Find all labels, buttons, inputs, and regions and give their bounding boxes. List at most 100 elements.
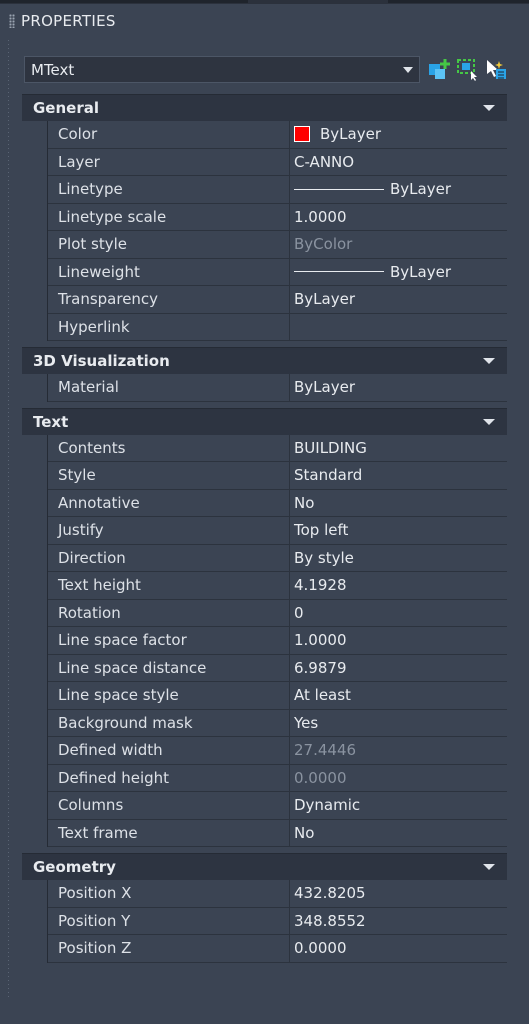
palette-titlebar[interactable]: PROPERTIES [0, 4, 529, 38]
property-value[interactable]: 1.0000 [290, 627, 507, 654]
property-value[interactable]: C-ANNO [290, 149, 507, 176]
property-value[interactable]: Top left [290, 517, 507, 544]
property-label: Defined width [48, 737, 290, 764]
property-row-rotation[interactable]: Rotation 0 [48, 599, 507, 627]
properties-grid: General Color ByLayer Layer C-ANNO Linet… [22, 94, 507, 963]
tab-divider-left [0, 0, 248, 3]
property-value[interactable]: No [290, 490, 507, 517]
property-row-contents[interactable]: Contents BUILDING [48, 434, 507, 462]
property-row-line-space-factor[interactable]: Line space factor 1.0000 [48, 627, 507, 655]
property-row-hyperlink[interactable]: Hyperlink [48, 313, 507, 341]
property-label: Material [48, 374, 290, 401]
property-row-position-y[interactable]: Position Y 348.8552 [48, 907, 507, 935]
section-general-header[interactable]: General [22, 94, 507, 121]
property-row-columns[interactable]: Columns Dynamic [48, 792, 507, 820]
property-label: Line space distance [48, 654, 290, 681]
property-row-annotative[interactable]: Annotative No [48, 489, 507, 517]
add-selection-icon[interactable] [428, 58, 452, 82]
collapse-chevron-icon[interactable] [483, 358, 495, 364]
collapse-chevron-icon[interactable] [483, 418, 495, 425]
collapse-chevron-icon[interactable] [483, 864, 495, 870]
property-row-position-z[interactable]: Position Z 0.0000 [48, 935, 507, 963]
property-label: Transparency [48, 286, 290, 313]
grip-handle-icon[interactable] [9, 14, 15, 28]
object-type-value: MText [31, 60, 75, 79]
section-text-title: Text [33, 412, 69, 431]
property-label: Defined height [48, 764, 290, 791]
property-row-line-space-style[interactable]: Line space style At least [48, 682, 507, 710]
property-label: Hyperlink [48, 313, 290, 340]
property-value[interactable]: Yes [290, 710, 507, 737]
property-label: Linetype scale [48, 203, 290, 230]
property-value[interactable]: 4.1928 [290, 572, 507, 599]
property-value[interactable]: 0 [290, 600, 507, 627]
color-value-text: ByLayer [320, 125, 381, 144]
section-general-title: General [33, 99, 99, 117]
select-objects-icon[interactable] [484, 58, 508, 82]
palette-title: PROPERTIES [21, 12, 116, 30]
property-value: ByColor [294, 235, 353, 254]
property-row-direction[interactable]: Direction By style [48, 544, 507, 572]
property-label: Position Z [48, 935, 290, 962]
section-text-rows: Contents BUILDING Style Standard Annotative N… [47, 434, 507, 847]
collapse-chevron-icon[interactable] [483, 105, 495, 111]
property-label: Position X [48, 880, 290, 907]
property-value[interactable]: No [290, 820, 507, 847]
property-value[interactable]: ByLayer [290, 286, 507, 313]
property-label: Lineweight [48, 258, 290, 285]
property-value[interactable]: 6.9879 [290, 655, 507, 682]
property-value[interactable]: ByLayer [290, 121, 507, 148]
section-geometry-header[interactable]: Geometry [22, 853, 507, 880]
section-geometry-rows: Position X 432.8205 Position Y 348.8552 Posi… [47, 880, 507, 963]
property-row-text-height[interactable]: Text height 4.1928 [48, 572, 507, 600]
property-row-layer[interactable]: Layer C-ANNO [48, 148, 507, 176]
property-label: Text frame [48, 819, 290, 846]
property-value[interactable]: Standard [290, 462, 507, 489]
property-row-linetype-scale[interactable]: Linetype scale 1.0000 [48, 203, 507, 231]
section-geometry-title: Geometry [33, 858, 116, 876]
linetype-value-text: ByLayer [390, 180, 451, 199]
property-value[interactable]: 432.8205 [290, 880, 507, 907]
property-value[interactable]: BUILDING [290, 435, 507, 462]
property-value: 27.4446 [294, 741, 357, 760]
section-3d-visualization-header[interactable]: 3D Visualization [22, 347, 507, 374]
property-row-plot-style[interactable]: Plot style ByColor [48, 231, 507, 259]
property-value[interactable]: ByLayer [290, 374, 507, 401]
property-value[interactable]: 0.0000 [290, 935, 507, 962]
property-row-material[interactable]: Material ByLayer [48, 374, 507, 402]
property-label: Plot style [48, 231, 290, 258]
property-value[interactable]: 1.0000 [290, 204, 507, 231]
property-label: Annotative [48, 489, 290, 516]
section-3d-visualization-title: 3D Visualization [33, 352, 170, 370]
color-swatch [294, 126, 310, 143]
property-label: Direction [48, 544, 290, 571]
property-row-line-space-distance[interactable]: Line space distance 6.9879 [48, 654, 507, 682]
property-row-color[interactable]: Color ByLayer [48, 121, 507, 149]
property-value[interactable] [290, 314, 507, 341]
property-row-position-x[interactable]: Position X 432.8205 [48, 880, 507, 908]
property-value[interactable]: ByLayer [290, 259, 507, 286]
property-label: Layer [48, 148, 290, 175]
property-row-transparency[interactable]: Transparency ByLayer [48, 286, 507, 314]
property-row-defined-width[interactable]: Defined width 27.4446 [48, 737, 507, 765]
property-value[interactable]: Dynamic [290, 792, 507, 819]
property-row-background-mask[interactable]: Background mask Yes [48, 709, 507, 737]
quick-select-icon[interactable] [456, 58, 480, 82]
object-type-dropdown[interactable]: MText [24, 56, 420, 83]
property-row-justify[interactable]: Justify Top left [48, 517, 507, 545]
lineweight-preview [294, 271, 384, 273]
property-value[interactable]: By style [290, 545, 507, 572]
property-label: Line space factor [48, 627, 290, 654]
property-label: Background mask [48, 709, 290, 736]
property-value[interactable]: 348.8552 [290, 908, 507, 935]
property-row-lineweight[interactable]: Lineweight ByLayer [48, 258, 507, 286]
property-value[interactable]: ByLayer [290, 176, 507, 203]
palette-edge-grip [7, 40, 10, 1000]
property-value[interactable]: At least [290, 682, 507, 709]
property-row-text-frame[interactable]: Text frame No [48, 819, 507, 847]
property-row-style[interactable]: Style Standard [48, 462, 507, 490]
property-row-linetype[interactable]: Linetype ByLayer [48, 176, 507, 204]
property-label: Position Y [48, 907, 290, 934]
property-row-defined-height[interactable]: Defined height 0.0000 [48, 764, 507, 792]
section-text-header[interactable]: Text [22, 407, 507, 435]
